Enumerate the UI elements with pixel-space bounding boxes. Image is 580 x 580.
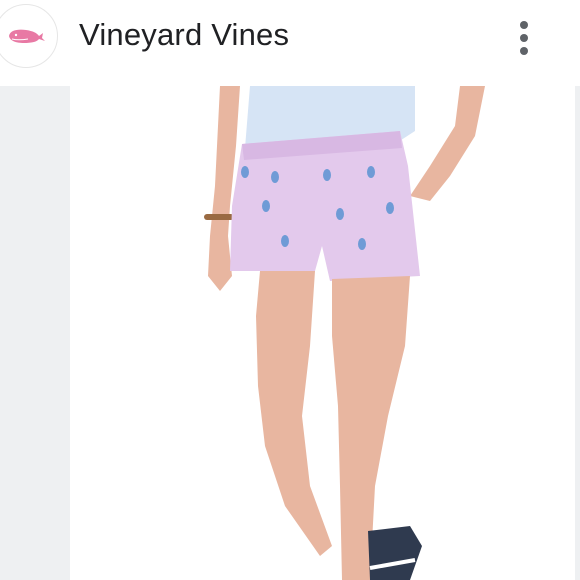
right-gutter <box>575 86 580 580</box>
product-illustration <box>70 86 575 580</box>
product-photo[interactable] <box>70 86 575 580</box>
avatar[interactable] <box>0 4 58 68</box>
page-title: Vineyard Vines <box>79 17 290 52</box>
more-vert-icon <box>520 21 528 29</box>
more-options-button[interactable] <box>510 18 538 58</box>
app-header: Vineyard Vines <box>0 0 580 86</box>
content-area <box>0 86 580 580</box>
whale-logo-icon <box>9 29 45 43</box>
left-gutter <box>0 86 70 580</box>
